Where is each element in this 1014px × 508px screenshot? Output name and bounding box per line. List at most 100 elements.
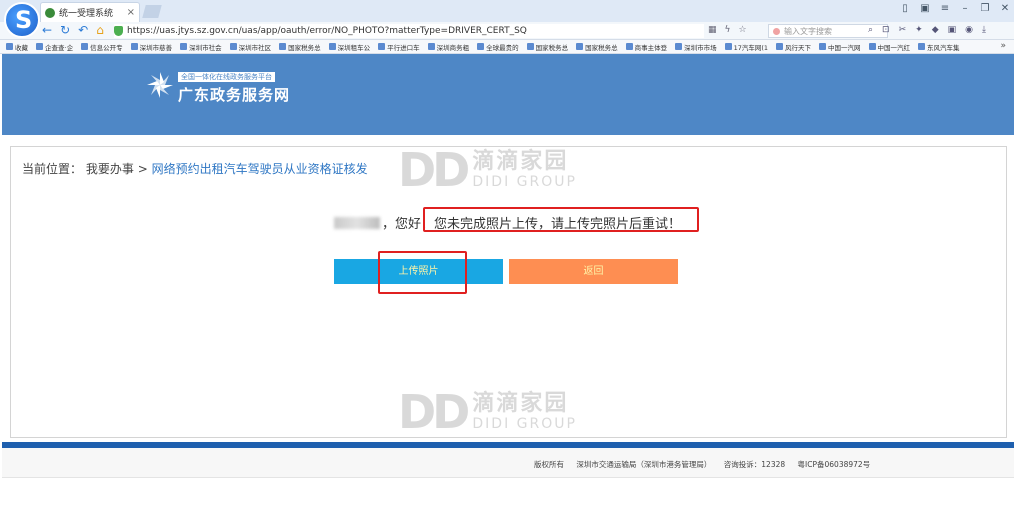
- bookmark-item[interactable]: 全球最贵的: [477, 42, 519, 52]
- bookmark-item[interactable]: 收藏: [6, 42, 28, 52]
- grid-icon[interactable]: ▦: [708, 25, 717, 35]
- translate-icon[interactable]: ✦: [915, 25, 923, 35]
- footer-icp[interactable]: 粤ICP备06038972号: [798, 460, 871, 469]
- star-icon[interactable]: ☆: [738, 25, 746, 35]
- minimize-icon[interactable]: –: [960, 3, 970, 14]
- bookmark-item[interactable]: 深圳租车公: [328, 42, 371, 52]
- scissors-icon[interactable]: ✂: [899, 25, 907, 35]
- bookmark-item[interactable]: 深圳市社会: [180, 42, 222, 52]
- watermark-cn: 滴滴家园: [472, 149, 569, 174]
- bookmark-item[interactable]: 东风汽车集: [918, 42, 960, 52]
- footer-copyright: 版权所有: [534, 460, 564, 469]
- bookmark-label: 国家税务总: [288, 43, 321, 52]
- bookmark-item[interactable]: 中国一汽红: [868, 42, 910, 52]
- bookmark-icon: [868, 43, 876, 50]
- browser-logo-letter: S: [15, 6, 33, 34]
- bookmark-label: 深圳市社区: [238, 43, 272, 52]
- back-button[interactable]: 返回: [509, 259, 678, 284]
- breadcrumb-prefix: 当前位置：: [22, 162, 83, 176]
- bookmark-item[interactable]: 深圳市社区: [229, 42, 272, 52]
- bookmarks-more-icon[interactable]: »: [1000, 41, 1006, 51]
- home-icon[interactable]: ⌂: [96, 23, 104, 37]
- bookmark-label: 信息公开专: [90, 43, 123, 52]
- extension-icon[interactable]: ◆: [932, 25, 939, 35]
- bookmark-item[interactable]: 风行天下: [776, 42, 811, 52]
- bookmark-label: 国家税务总: [585, 43, 618, 52]
- bookmark-item[interactable]: 国家税务总: [526, 42, 568, 52]
- back-arrow-icon[interactable]: ←: [42, 23, 52, 37]
- blurred-username: [334, 216, 380, 229]
- site-logo-icon[interactable]: [145, 70, 175, 100]
- bookmark-item[interactable]: 17汽车网(1: [724, 42, 769, 52]
- annotation-box-upload: [378, 251, 467, 294]
- bookmark-icon: [477, 43, 485, 50]
- watermark-mark: DD: [398, 385, 470, 439]
- bookmark-icon: [36, 43, 43, 50]
- bookmark-item[interactable]: 平行进口车: [378, 42, 420, 52]
- tab-title: 统一受理系统: [59, 9, 114, 19]
- bookmark-icon: [576, 43, 584, 50]
- watermark-en: DIDI GROUP: [472, 174, 577, 190]
- restore-icon[interactable]: ❐: [980, 3, 990, 14]
- breadcrumb-level1[interactable]: 我要办事: [86, 162, 134, 176]
- breadcrumb-current[interactable]: 网络预约出租汽车驾驶员从业资格证核发: [152, 162, 368, 176]
- bookmark-icon: [918, 43, 926, 50]
- profile-icon[interactable]: ◉: [965, 25, 973, 35]
- menu-icon[interactable]: ≡: [940, 3, 950, 14]
- bookmark-item[interactable]: 中国一汽网: [819, 42, 861, 52]
- bookmark-label: 中国一汽网: [828, 43, 861, 52]
- bookmark-item[interactable]: 国家税务总: [279, 42, 321, 52]
- bookmark-label: 深圳租车公: [337, 43, 371, 52]
- bookmark-icon: [776, 43, 784, 50]
- bookmark-icon: [427, 43, 435, 50]
- bookmark-item[interactable]: 信息公开专: [81, 42, 123, 52]
- bookmark-label: 东风汽车集: [927, 43, 960, 52]
- browser-navbar: ← ↻ ↶ ⌂ https://uas.jtys.sz.gov.cn/uas/a…: [0, 22, 1014, 40]
- bookmarks-bar: 收藏 企查查·企 信息公开专 深圳市慈善 深圳市社会 深圳市社区 国家税务总 深圳租车公 平行进…: [0, 40, 1014, 54]
- bookmark-icon: [130, 43, 138, 50]
- watermark-top: DD 滴滴家园 DIDI GROUP: [398, 147, 577, 193]
- browser-logo-icon[interactable]: S: [4, 2, 40, 38]
- watermark-en: DIDI GROUP: [472, 416, 577, 432]
- bookmark-item[interactable]: 深圳市市场: [675, 42, 717, 52]
- bookmark-icon: [675, 43, 683, 50]
- bookmark-label: 17汽车网(1: [733, 43, 769, 52]
- tab-close-icon[interactable]: ×: [127, 7, 135, 18]
- refresh-icon[interactable]: ↻: [60, 23, 70, 37]
- bookmark-item[interactable]: 企查查·企: [36, 42, 73, 52]
- address-bar[interactable]: https://uas.jtys.sz.gov.cn/uas/app/oauth…: [114, 24, 704, 38]
- bookmark-item[interactable]: 深圳市慈善: [130, 42, 172, 52]
- bookmark-label: 深圳市市场: [684, 43, 717, 52]
- window-icon[interactable]: ▣: [948, 25, 957, 35]
- bookmark-icon: [378, 43, 386, 50]
- bookmark-icon: [279, 43, 287, 50]
- bookmark-item[interactable]: 商事主体登: [625, 42, 667, 52]
- bookmark-label: 深圳商务粗: [436, 43, 470, 52]
- breadcrumb-separator: >: [137, 162, 148, 176]
- bookmark-label: 全球最贵的: [486, 43, 519, 52]
- watermark-cn: 滴滴家园: [472, 391, 569, 416]
- skin-icon[interactable]: ▣: [920, 3, 930, 14]
- bookmark-item[interactable]: 深圳商务粗: [427, 42, 470, 52]
- bookmark-label: 收藏: [15, 43, 28, 52]
- bookmark-label: 深圳市社会: [189, 43, 222, 52]
- annotation-box-message: [423, 207, 699, 232]
- bookmark-label: 风行天下: [785, 43, 812, 52]
- bookmark-icon: [180, 43, 188, 50]
- lightning-icon[interactable]: ϟ: [725, 25, 731, 35]
- breadcrumb: 当前位置： 我要办事 > 网络预约出租汽车驾驶员从业资格证核发: [22, 160, 368, 177]
- window-controls: ▯ ▣ ≡ – ❐ ✕: [900, 3, 1010, 14]
- magnifier-icon[interactable]: ⌕: [868, 25, 873, 35]
- download-manager-icon[interactable]: ⊡: [882, 25, 890, 35]
- sidebar-toggle-icon[interactable]: ▯: [900, 3, 910, 14]
- bookmark-icon: [229, 43, 237, 50]
- undo-icon[interactable]: ↶: [78, 23, 88, 37]
- watermark-mark: DD: [398, 143, 470, 197]
- download-icon[interactable]: ⤓: [982, 25, 986, 35]
- site-name[interactable]: 广东政务服务网: [178, 84, 290, 105]
- close-window-icon[interactable]: ✕: [1000, 3, 1010, 14]
- browser-tab[interactable]: 统一受理系统 ×: [40, 2, 140, 22]
- address-url[interactable]: https://uas.jtys.sz.gov.cn/uas/app/oauth…: [127, 26, 527, 36]
- search-placeholder: 输入文字搜索: [784, 26, 832, 36]
- bookmark-item[interactable]: 国家税务总: [576, 42, 618, 52]
